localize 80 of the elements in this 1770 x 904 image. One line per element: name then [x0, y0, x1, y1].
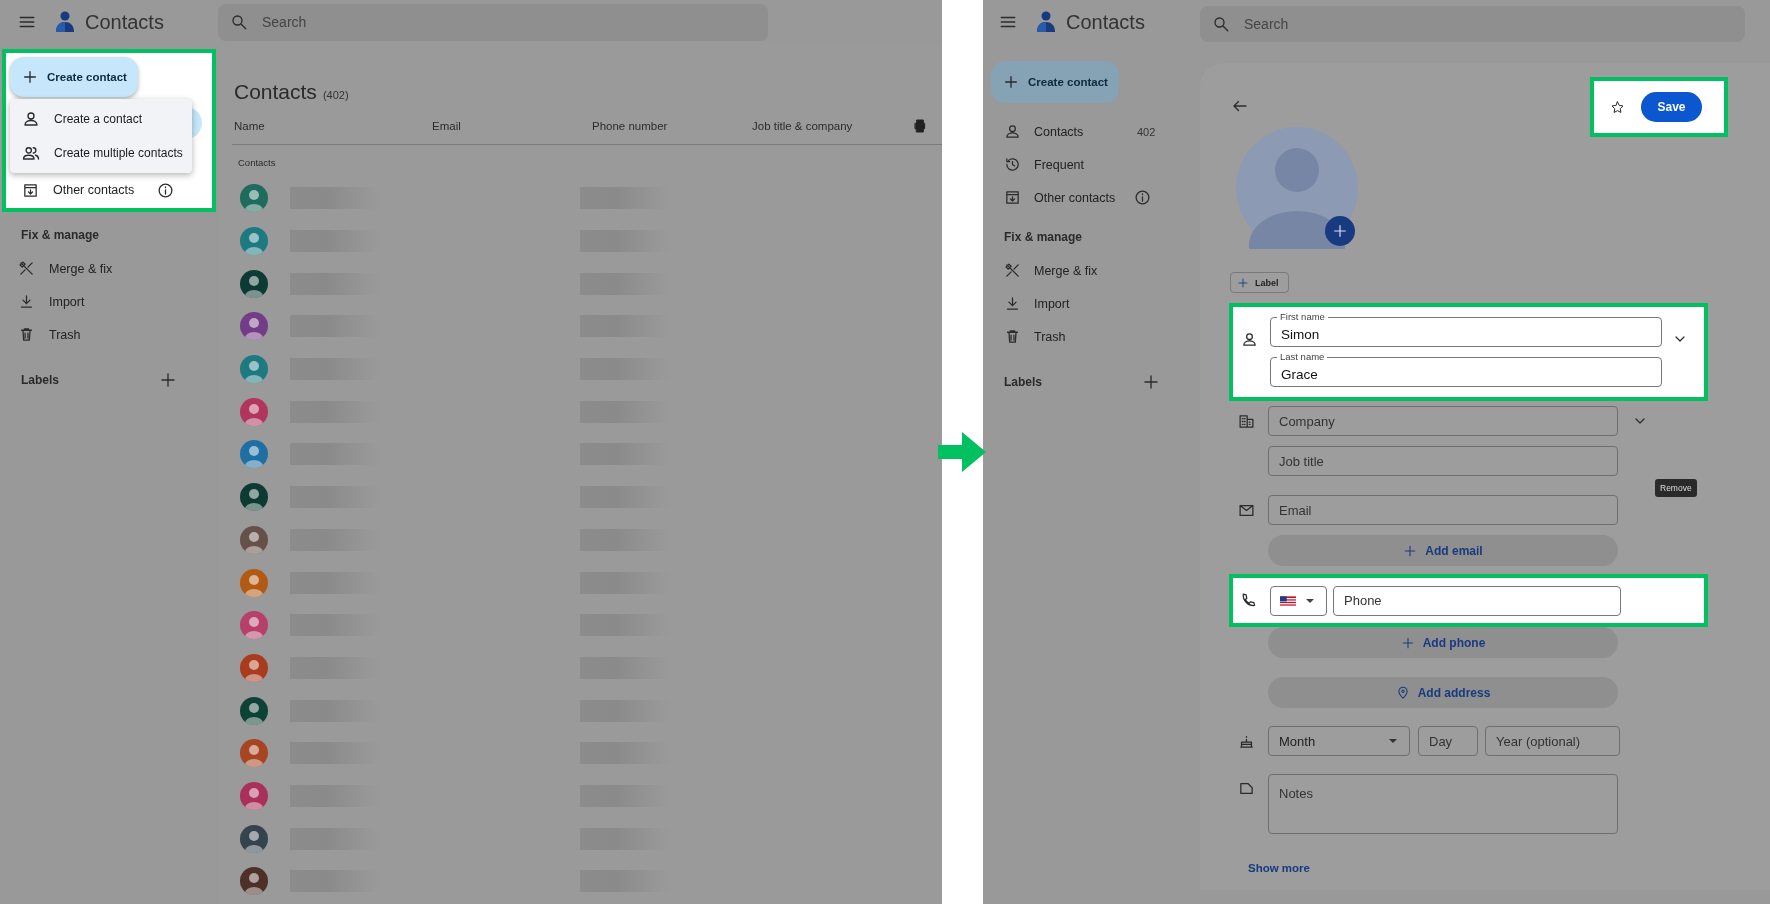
menu-item[interactable]: Create multiple contacts	[10, 136, 192, 170]
column-header: Email	[432, 120, 462, 132]
page-title: Contacts	[234, 80, 317, 104]
create-contact-button[interactable]: Create contact	[10, 57, 138, 97]
column-header: Phone number	[592, 120, 669, 132]
day-field[interactable]: Day	[1418, 726, 1478, 756]
section-label: Contacts	[238, 157, 277, 168]
download-icon	[1004, 295, 1021, 312]
caret-icon	[1389, 739, 1397, 743]
country-dropdown[interactable]	[1270, 585, 1327, 616]
add-label-icon[interactable]	[1142, 373, 1160, 391]
nav-item[interactable]: Frequent	[983, 148, 1200, 181]
add-address-button[interactable]: Add address	[1268, 677, 1618, 708]
field-label: Last name	[1277, 351, 1328, 363]
nav-item[interactable]: Merge & fix	[983, 254, 1200, 287]
plus-icon	[1237, 276, 1249, 289]
contacts-logo	[1034, 9, 1058, 35]
month-dropdown[interactable]: Month	[1268, 726, 1410, 756]
nav-item[interactable]: Other contacts	[983, 181, 1200, 214]
nav-item[interactable]: Import	[983, 287, 1200, 320]
person-icon	[1241, 331, 1258, 348]
app-title: Contacts	[1066, 10, 1145, 34]
plus-icon	[1332, 223, 1348, 239]
item-count: 402	[1137, 125, 1156, 138]
nav-item[interactable]: Contacts 402	[983, 115, 1200, 148]
field-label: First name	[1277, 311, 1328, 323]
create-contact-button[interactable]: Create contact	[991, 61, 1119, 103]
add-phone-button[interactable]: Add phone	[1268, 627, 1618, 658]
search-field[interactable]: Search	[1200, 6, 1745, 42]
history-icon	[1004, 156, 1021, 173]
person-icon	[22, 110, 40, 128]
person-icon	[1004, 123, 1021, 140]
company-field[interactable]: Company	[1268, 406, 1618, 436]
column-header: Job title & company	[752, 120, 854, 132]
note-icon	[1238, 780, 1255, 797]
section-heading: Fix & manage	[20, 228, 101, 242]
plus-icon	[22, 69, 38, 85]
right-arrow	[937, 430, 988, 474]
archive-icon	[1004, 189, 1021, 206]
column-header: Name	[234, 120, 266, 132]
phone-field[interactable]: Phone	[1333, 585, 1621, 616]
location-pin-icon	[1395, 685, 1410, 700]
nav-item[interactable]: Other contacts	[10, 172, 208, 208]
caret-icon	[1306, 598, 1314, 603]
menu-item[interactable]: Create a contact	[10, 102, 192, 136]
email-field[interactable]: Email	[1268, 495, 1618, 525]
add-label-icon[interactable]	[159, 371, 177, 389]
building-icon	[1238, 412, 1255, 430]
show-more-link[interactable]: Show more	[1248, 862, 1310, 874]
search-field[interactable]: Search	[218, 3, 768, 41]
flag-icon	[1280, 595, 1296, 606]
section-heading: Fix & manage	[1003, 230, 1084, 244]
plus-icon	[1003, 74, 1019, 90]
section-heading: Labels	[21, 373, 59, 387]
app-title: Contacts	[85, 10, 164, 34]
job-title-field[interactable]: Job title	[1268, 446, 1618, 476]
trash-icon	[18, 326, 35, 343]
tools-icon	[1004, 262, 1021, 279]
label-button[interactable]: Label	[1230, 272, 1289, 293]
tools-icon	[18, 260, 35, 277]
year-field[interactable]: Year (optional)	[1485, 726, 1620, 756]
nav-item[interactable]: Import	[0, 285, 218, 318]
contact-count: (402)	[322, 89, 349, 101]
info-icon[interactable]	[157, 181, 174, 199]
tooltip: Remove	[1655, 479, 1697, 497]
notes-field[interactable]: Notes	[1268, 774, 1618, 834]
archive-icon	[22, 181, 39, 199]
plus-icon	[1403, 543, 1418, 558]
download-icon	[18, 293, 35, 310]
nav-item[interactable]: Trash	[0, 318, 218, 351]
plus-icon	[1400, 635, 1415, 650]
add-email-button[interactable]: Add email	[1268, 535, 1618, 566]
contacts-logo	[53, 9, 77, 35]
nav-item[interactable]: Trash	[983, 320, 1200, 353]
people-icon	[22, 144, 40, 162]
trash-icon	[1004, 328, 1021, 345]
save-button[interactable]: Save	[1641, 92, 1702, 122]
nav-item[interactable]: Merge & fix	[0, 252, 218, 285]
section-heading: Labels	[1004, 375, 1042, 389]
star-icon[interactable]	[1610, 99, 1625, 115]
